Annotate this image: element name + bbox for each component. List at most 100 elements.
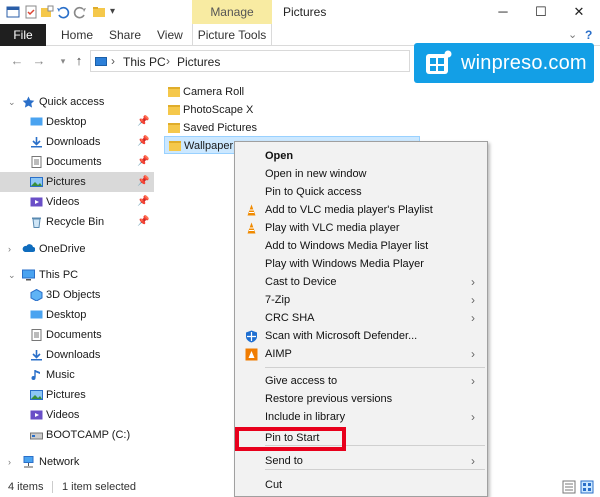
sidebar-item-3d-objects[interactable]: 3D Objects	[0, 285, 154, 305]
status-item-count: 4 items	[8, 481, 44, 493]
menu-item-include-library[interactable]: Include in library ›	[235, 408, 487, 426]
submenu-arrow-icon: ›	[471, 293, 475, 307]
submenu-arrow-icon: ›	[471, 454, 475, 468]
this-pc-icon	[22, 269, 35, 281]
submenu-arrow-icon: ›	[471, 311, 475, 325]
sidebar-item-downloads[interactable]: Downloads 📌	[0, 132, 154, 152]
menu-item-give-access[interactable]: Give access to ›	[235, 372, 487, 390]
pin-to-start-highlight-box	[235, 427, 346, 451]
status-divider	[52, 481, 53, 493]
downloads-icon	[31, 350, 42, 361]
sidebar-item-network[interactable]: › Network	[0, 452, 154, 472]
menu-item-open[interactable]: Open	[235, 147, 487, 165]
folder-icon	[168, 123, 180, 133]
tab-view[interactable]: View	[157, 24, 183, 46]
menu-item-crc-sha[interactable]: CRC SHA ›	[235, 309, 487, 327]
menu-item-cast-to-device[interactable]: Cast to Device ›	[235, 273, 487, 291]
recent-locations-chevron-icon[interactable]: ▾	[56, 54, 70, 68]
this-pc-icon	[95, 57, 107, 66]
expand-chevron-icon[interactable]: ⌄	[8, 265, 16, 285]
sidebar-item-desktop[interactable]: Desktop 📌	[0, 112, 154, 132]
breadcrumb-pictures[interactable]: Pictures	[177, 55, 220, 69]
pin-icon: 📌	[137, 136, 150, 147]
menu-separator	[265, 469, 485, 470]
pictures-icon	[30, 177, 43, 187]
menu-item-play-wmp[interactable]: Play with Windows Media Player	[235, 255, 487, 273]
documents-icon	[31, 329, 42, 341]
onedrive-cloud-icon	[22, 244, 35, 252]
sidebar-item-this-pc[interactable]: ⌄ This PC	[0, 265, 154, 285]
sidebar-item-videos[interactable]: Videos 📌	[0, 192, 154, 212]
address-bar[interactable]: › This PC › Pictures	[90, 50, 410, 72]
details-view-icon	[562, 480, 576, 494]
breadcrumb-this-pc[interactable]: This PC	[123, 55, 166, 69]
list-item-photoscape-x[interactable]: PhotoScape X	[164, 101, 274, 119]
status-selection: 1 item selected	[62, 481, 136, 493]
tab-picture-tools[interactable]: Picture Tools	[192, 24, 272, 46]
expand-chevron-icon[interactable]: ›	[8, 239, 11, 259]
sidebar-item-pictures[interactable]: Pictures 📌	[0, 172, 154, 192]
winpreso-mark-icon	[426, 50, 452, 74]
list-item-saved-pictures[interactable]: Saved Pictures	[164, 119, 274, 137]
customize-qa-dropdown[interactable]: ▾	[110, 5, 124, 19]
expand-chevron-icon[interactable]: ⌄	[8, 92, 16, 112]
music-note-icon	[31, 370, 40, 380]
status-bar: 4 items 1 item selected	[0, 477, 234, 497]
navigation-pane: ⌄ Quick access Desktop 📌 Downloads 📌 Doc…	[0, 86, 154, 476]
submenu-arrow-icon: ›	[471, 347, 475, 361]
menu-item-send-to[interactable]: Send to ›	[235, 452, 487, 470]
menu-item-add-vlc-playlist[interactable]: Add to VLC media player's Playlist	[235, 201, 487, 219]
breadcrumb-separator: ›	[111, 54, 115, 68]
menu-item-restore-versions[interactable]: Restore previous versions	[235, 390, 487, 408]
tab-home[interactable]: Home	[61, 24, 93, 46]
sidebar-item-quick-access[interactable]: ⌄ Quick access	[0, 92, 154, 112]
sidebar-item-documents[interactable]: Documents 📌	[0, 152, 154, 172]
sidebar-item-music[interactable]: Music	[0, 365, 154, 385]
desktop-icon	[30, 310, 43, 319]
forward-arrow-icon[interactable]: →	[32, 54, 46, 68]
up-arrow-icon[interactable]: ↑	[72, 54, 86, 68]
tab-file[interactable]: File	[0, 24, 46, 46]
sidebar-item-pc-downloads[interactable]: Downloads	[0, 345, 154, 365]
sidebar-item-pc-pictures[interactable]: Pictures	[0, 385, 154, 405]
view-toggle-icons[interactable]	[562, 480, 596, 494]
manage-context-tab[interactable]: Manage	[192, 0, 272, 24]
menu-item-cut[interactable]: Cut	[235, 476, 487, 494]
explorer-window-icon	[6, 6, 20, 18]
menu-item-play-vlc[interactable]: Play with VLC media player	[235, 219, 487, 237]
sidebar-item-pc-documents[interactable]: Documents	[0, 325, 154, 345]
folder-icon	[169, 141, 181, 151]
list-item-camera-roll[interactable]: Camera Roll	[164, 83, 274, 101]
winpreso-logo: winpreso.com	[414, 43, 594, 83]
menu-item-pin-quick-access[interactable]: Pin to Quick access	[235, 183, 487, 201]
properties-icon[interactable]	[24, 5, 38, 19]
videos-icon	[30, 410, 43, 420]
menu-item-aimp[interactable]: AIMP ›	[235, 345, 487, 363]
sidebar-item-pc-videos[interactable]: Videos	[0, 405, 154, 425]
drive-icon	[30, 432, 43, 440]
pin-icon: 📌	[137, 176, 150, 187]
sidebar-item-onedrive[interactable]: › OneDrive	[0, 239, 154, 259]
large-icons-view-icon	[580, 480, 594, 494]
sidebar-item-recycle-bin[interactable]: Recycle Bin 📌	[0, 212, 154, 232]
menu-item-7zip[interactable]: 7-Zip ›	[235, 291, 487, 309]
menu-item-add-wmp-list[interactable]: Add to Windows Media Player list	[235, 237, 487, 255]
submenu-arrow-icon: ›	[471, 275, 475, 289]
maximize-button[interactable]: ☐	[522, 0, 560, 24]
close-button[interactable]: ✕	[560, 0, 598, 24]
redo-icon[interactable]	[73, 5, 87, 19]
minimize-button[interactable]: ─	[484, 0, 522, 24]
undo-icon[interactable]	[56, 5, 70, 19]
new-folder-qa-icon[interactable]	[40, 5, 54, 19]
menu-item-scan-defender[interactable]: Scan with Microsoft Defender...	[235, 327, 487, 345]
aimp-icon	[245, 348, 258, 361]
recycle-bin-icon	[32, 217, 41, 228]
sidebar-item-pc-desktop[interactable]: Desktop	[0, 305, 154, 325]
sidebar-item-bootcamp-drive[interactable]: BOOTCAMP (C:)	[0, 425, 154, 445]
logo-text: winpreso.com	[461, 52, 587, 74]
submenu-arrow-icon: ›	[471, 374, 475, 388]
expand-chevron-icon[interactable]: ›	[8, 452, 11, 472]
back-arrow-icon[interactable]: ←	[10, 54, 24, 68]
tab-share[interactable]: Share	[109, 24, 141, 46]
menu-item-open-new-window[interactable]: Open in new window	[235, 165, 487, 183]
